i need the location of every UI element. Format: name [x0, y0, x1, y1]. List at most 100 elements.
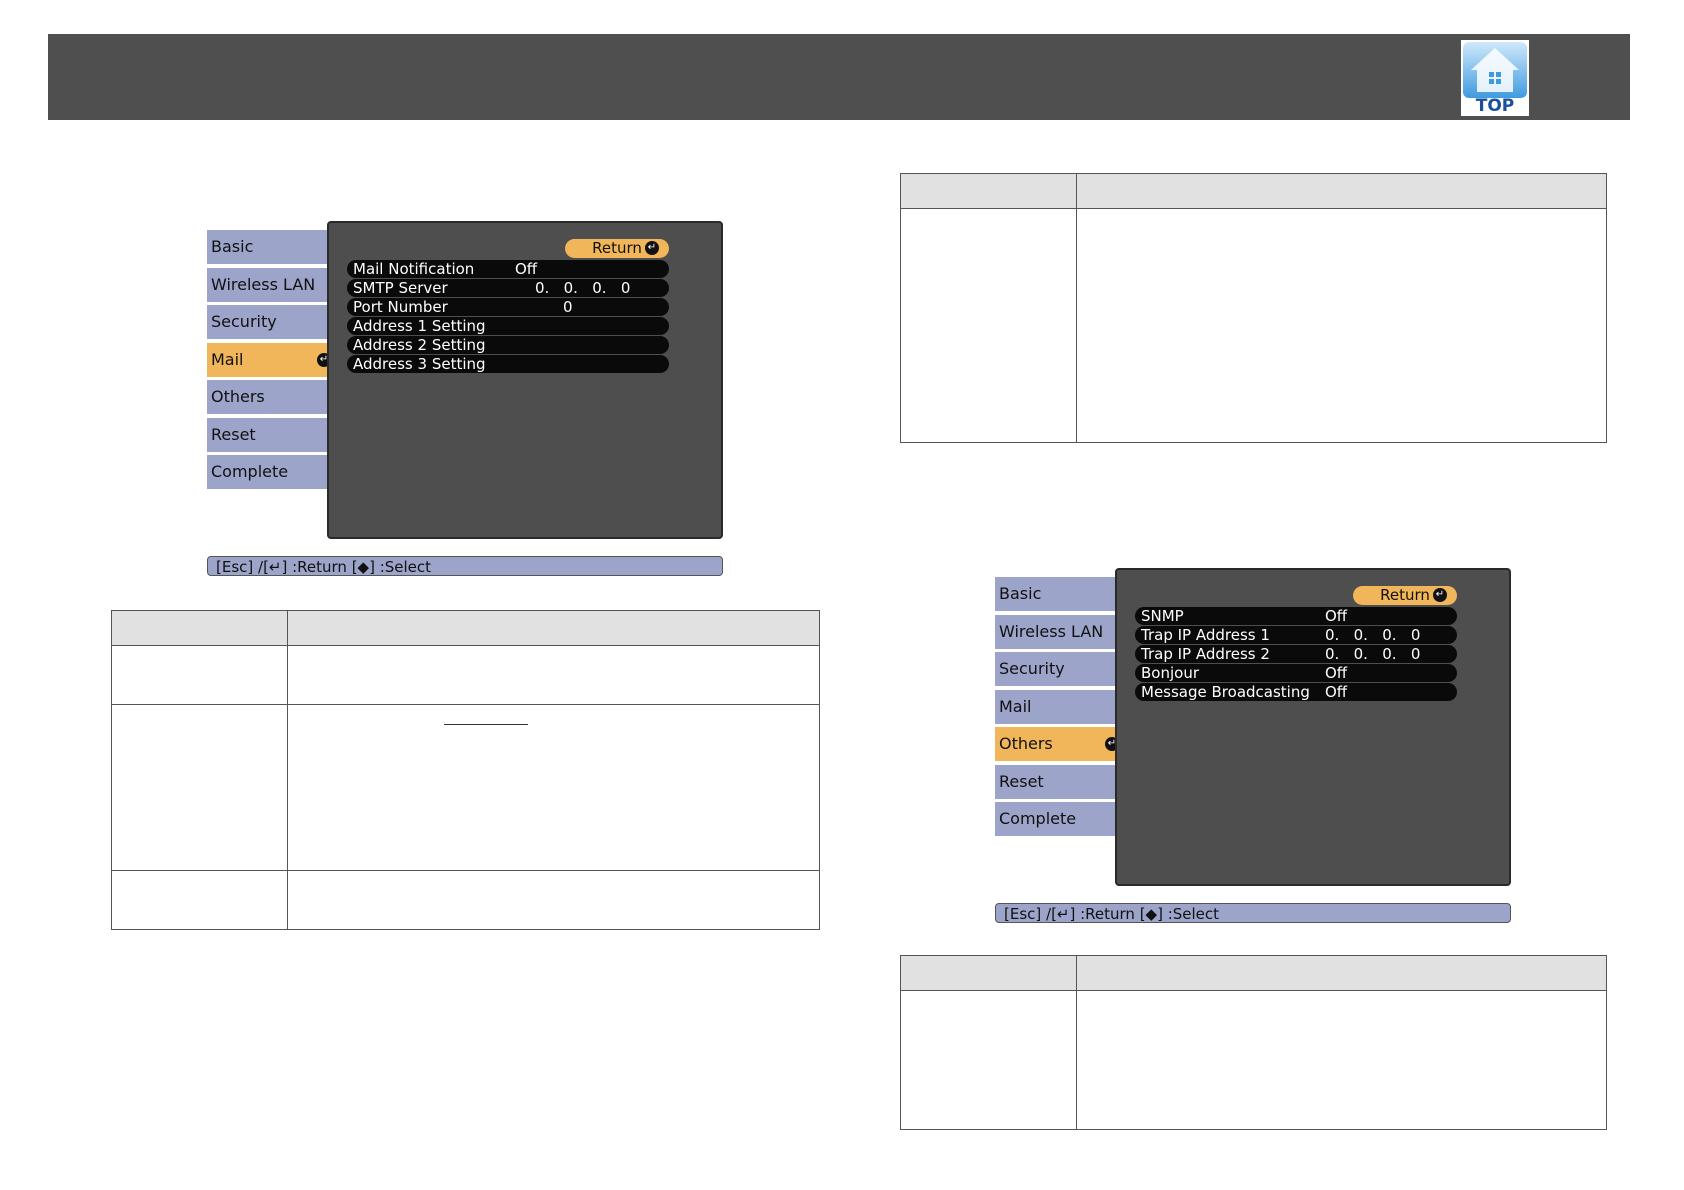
option-value: Off [1325, 607, 1348, 625]
sidebar-item-complete[interactable]: Complete [995, 802, 1131, 836]
option-label: Trap IP Address 1 [1141, 626, 1270, 644]
menu-option-port-number[interactable]: Port Number 0 [347, 298, 669, 316]
menu-option-trap-ip-address-1[interactable]: Trap IP Address 1 0. 0. 0. 0 [1135, 626, 1457, 644]
table-cell [111, 645, 288, 705]
others-menu-screenshot: Complete Reset Others ↵ Mail Security Wireless… [995, 568, 1515, 928]
table-row [900, 208, 1607, 443]
option-label: Port Number [353, 298, 448, 316]
table-header-row [900, 955, 1607, 991]
sidebar-item-label: Basic [211, 237, 254, 256]
enter-icon: ↵ [645, 241, 659, 255]
enter-icon: ↵ [1433, 588, 1447, 602]
table-left [111, 610, 820, 930]
table-cell [1076, 990, 1607, 1130]
sidebar-item-label: Others [211, 387, 265, 406]
menu-option-address-3-setting[interactable]: Address 3 Setting [347, 355, 669, 373]
top-label: TOP [1475, 96, 1515, 116]
sidebar-item-label: Security [999, 659, 1065, 678]
option-label: Address 1 Setting [353, 317, 486, 335]
sidebar-item-mail[interactable]: Mail ↵ [207, 342, 343, 377]
sidebar-item-wireless-lan[interactable]: Wireless LAN [207, 267, 343, 302]
table-cell [1076, 208, 1607, 443]
sidebar-item-label: Others [999, 734, 1053, 753]
sidebar-item-mail[interactable]: Mail [995, 689, 1131, 724]
menu-panel: Return ↵ Mail Notification Off SMTP Server… [327, 221, 723, 539]
option-value: 0. 0. 0. 0 [1325, 645, 1421, 663]
table-cell [287, 645, 820, 705]
option-label: Message Broadcasting [1141, 683, 1310, 701]
option-label: Bonjour [1141, 664, 1199, 682]
menu-option-message-broadcasting[interactable]: Message Broadcasting Off [1135, 683, 1457, 701]
option-label: Address 3 Setting [353, 355, 486, 373]
menu-panel: Return ↵ SNMP Off Trap IP Address 1 0. 0. 0… [1115, 568, 1511, 886]
option-label: SMTP Server [353, 279, 448, 297]
table-header-cell [900, 955, 1077, 991]
sidebar-item-security[interactable]: Security [207, 305, 343, 339]
sidebar-item-reset[interactable]: Reset [995, 764, 1131, 799]
table-header-cell [111, 610, 288, 646]
return-button[interactable]: Return ↵ [1353, 586, 1457, 605]
sidebar-item-label: Wireless LAN [211, 274, 316, 294]
return-label: Return [1380, 586, 1430, 604]
option-value: 0. 0. 0. 0 [1325, 626, 1421, 644]
sidebar-item-basic[interactable]: Basic [207, 230, 343, 264]
table-header-row [900, 173, 1607, 209]
table-row [111, 704, 820, 871]
table-cell [900, 990, 1077, 1130]
underline-mark [444, 724, 528, 725]
table-cell [111, 704, 288, 871]
menu-option-bonjour[interactable]: Bonjour Off [1135, 664, 1457, 682]
table-header-cell [1076, 173, 1607, 209]
menu-option-mail-notification[interactable]: Mail Notification Off [347, 260, 669, 278]
option-value: Off [515, 260, 538, 278]
sidebar-item-label: Security [211, 312, 277, 331]
sidebar-item-others[interactable]: Others ↵ [995, 727, 1131, 761]
table-row [111, 645, 820, 705]
menu-option-address-1-setting[interactable]: Address 1 Setting [347, 317, 669, 335]
sidebar-item-label: Reset [999, 771, 1044, 791]
sidebar-item-wireless-lan[interactable]: Wireless LAN [995, 614, 1131, 649]
table-header-cell [900, 173, 1077, 209]
sidebar-item-label: Wireless LAN [999, 621, 1104, 641]
table-header-cell [287, 610, 820, 646]
status-bar: [Esc] /[↵] :Return [◆] :Select [995, 903, 1511, 923]
table-cell [287, 704, 820, 871]
return-label: Return [592, 239, 642, 257]
sidebar-item-label: Reset [211, 424, 256, 444]
sidebar-item-others[interactable]: Others [207, 380, 343, 414]
sidebar-item-label: Basic [999, 584, 1042, 603]
menu-option-smtp-server[interactable]: SMTP Server 0. 0. 0. 0 [347, 279, 669, 297]
option-label: Address 2 Setting [353, 336, 486, 354]
sidebar-item-label: Complete [211, 462, 289, 481]
page-header [48, 34, 1630, 120]
sidebar-item-security[interactable]: Security [995, 652, 1131, 686]
sidebar-item-reset[interactable]: Reset [207, 417, 343, 452]
option-value: Off [1325, 683, 1348, 701]
table-right-top [900, 173, 1607, 443]
status-bar: [Esc] /[↵] :Return [◆] :Select [207, 556, 723, 576]
table-cell [287, 870, 820, 930]
table-right-bottom [900, 955, 1607, 1130]
table-cell [900, 208, 1077, 443]
table-row [111, 870, 820, 930]
sidebar-item-label: Complete [999, 809, 1077, 828]
table-header-cell [1076, 955, 1607, 991]
menu-option-snmp[interactable]: SNMP Off [1135, 607, 1457, 625]
menu-option-trap-ip-address-2[interactable]: Trap IP Address 2 0. 0. 0. 0 [1135, 645, 1457, 663]
option-label: Mail Notification [353, 260, 475, 278]
top-link[interactable]: TOP [1461, 40, 1529, 116]
option-value: 0 [563, 298, 573, 316]
sidebar-item-complete[interactable]: Complete [207, 455, 343, 489]
mail-menu-screenshot: Complete Reset Others Mail ↵ Security Wireless… [207, 221, 727, 581]
table-row [900, 990, 1607, 1130]
option-label: SNMP [1141, 607, 1184, 625]
sidebar-item-label: Mail [999, 696, 1032, 716]
sidebar-item-basic[interactable]: Basic [995, 577, 1131, 611]
option-value: Off [1325, 664, 1348, 682]
table-cell [111, 870, 288, 930]
sidebar-item-label: Mail [211, 349, 244, 369]
menu-option-address-2-setting[interactable]: Address 2 Setting [347, 336, 669, 354]
return-button[interactable]: Return ↵ [565, 239, 669, 258]
option-value: 0. 0. 0. 0 [535, 279, 631, 297]
option-label: Trap IP Address 2 [1141, 645, 1270, 663]
